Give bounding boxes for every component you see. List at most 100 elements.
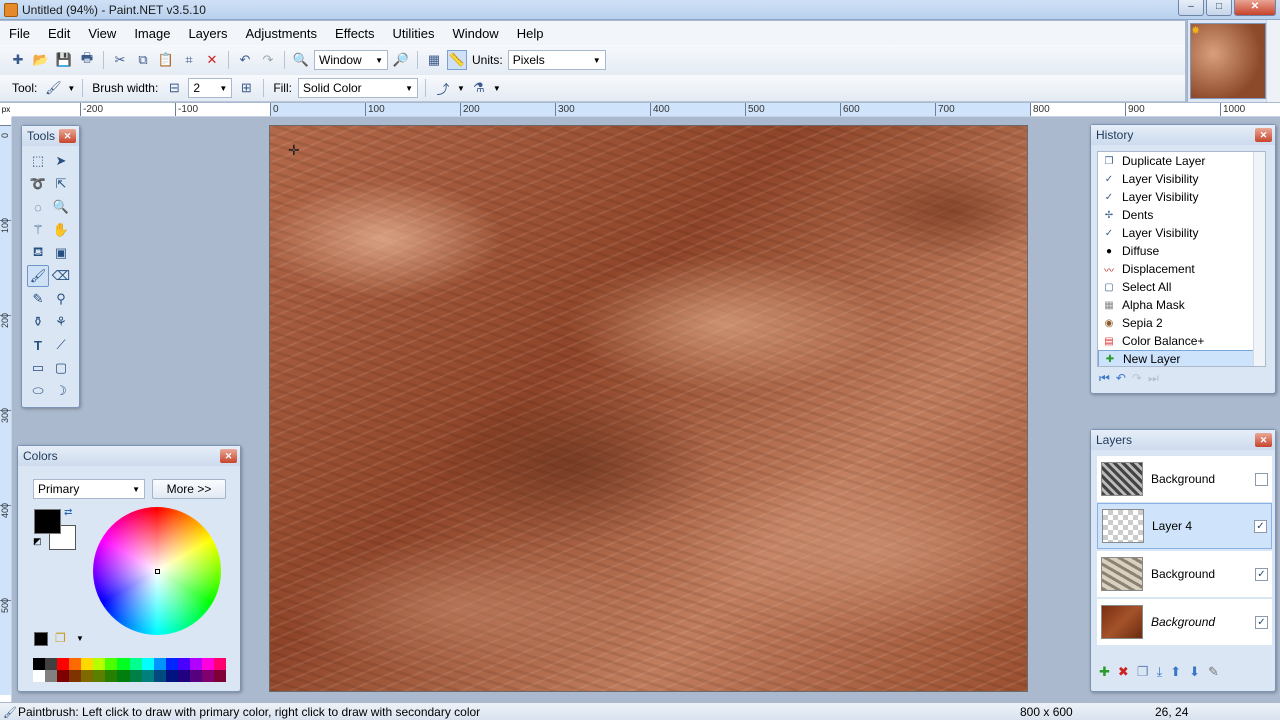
delete-layer-icon[interactable]: ✖	[1118, 664, 1129, 680]
palette-swatch[interactable]	[165, 658, 178, 670]
palette-swatch[interactable]	[177, 658, 190, 670]
copy-icon[interactable]: ⧉	[133, 50, 153, 70]
maximize-button[interactable]: □	[1206, 0, 1232, 16]
zoom-icon[interactable]: 🔍	[50, 196, 72, 218]
deselect-icon[interactable]: ✕	[202, 50, 222, 70]
menu-layers[interactable]: Layers	[179, 26, 236, 41]
menu-view[interactable]: View	[79, 26, 125, 41]
history-item-current[interactable]: ✚ New Layer	[1098, 350, 1265, 366]
history-scrollbar[interactable]	[1253, 152, 1265, 366]
undo-icon[interactable]: ↶	[235, 50, 255, 70]
history-item[interactable]: ✓ Layer Visibility	[1098, 170, 1265, 188]
duplicate-layer-icon[interactable]: ❐	[1137, 664, 1149, 680]
pan-icon[interactable]: ✋	[50, 219, 72, 241]
zoom-out-icon[interactable]: 🔍	[291, 50, 311, 70]
palette-swatch[interactable]	[201, 670, 214, 682]
colors-window-titlebar[interactable]: Colors ✕	[18, 446, 240, 466]
palette-menu-icon[interactable]: ❐	[55, 631, 66, 645]
rulers-toggle-icon[interactable]: 📏	[447, 50, 467, 70]
paste-icon[interactable]: 📋	[156, 50, 176, 70]
rounded-rectangle-icon[interactable]: ▢	[50, 357, 72, 379]
close-icon[interactable]: ✕	[1255, 128, 1272, 142]
history-item[interactable]: ✓ Layer Visibility	[1098, 224, 1265, 242]
merge-layer-down-icon[interactable]: ⤓	[1156, 664, 1162, 680]
palette-swatch[interactable]	[57, 670, 70, 682]
menu-help[interactable]: Help	[508, 26, 553, 41]
color-picker-icon[interactable]: ⚲	[50, 288, 72, 310]
chevron-down-icon[interactable]: ▼	[67, 84, 75, 93]
primary-color-swatch[interactable]	[34, 509, 61, 534]
history-item[interactable]: ▢ Select All	[1098, 278, 1265, 296]
clone-stamp-icon[interactable]: ⚱	[27, 311, 49, 333]
fast-forward-icon[interactable]: ⏭	[1148, 371, 1159, 386]
close-button[interactable]: ✕	[1234, 0, 1276, 16]
rectangle-icon[interactable]: ▭	[27, 357, 49, 379]
palette-swatch[interactable]	[213, 670, 226, 682]
history-item[interactable]: ✓ Layer Visibility	[1098, 188, 1265, 206]
palette-swatch[interactable]	[129, 658, 142, 670]
add-layer-icon[interactable]: ✚	[1099, 664, 1110, 680]
recolor-icon[interactable]: ⚘	[50, 311, 72, 333]
layer-row-selected[interactable]: Layer 4 ✓	[1097, 503, 1272, 549]
layer-row[interactable]: Background	[1097, 456, 1272, 502]
cut-icon[interactable]: ✂	[110, 50, 130, 70]
print-icon[interactable]: 🖶	[77, 50, 97, 70]
alpha-blending-icon[interactable]: ⚗	[469, 78, 489, 98]
line-curve-icon[interactable]: ⟋	[50, 334, 72, 356]
redo-icon[interactable]: ↷	[1132, 371, 1142, 386]
palette-swatch[interactable]	[105, 670, 118, 682]
palette-swatch[interactable]	[141, 670, 154, 682]
eraser-icon[interactable]: ⌫	[50, 265, 72, 287]
zoom-in-icon[interactable]: 🔎	[391, 50, 411, 70]
history-item[interactable]: 〰 Displacement	[1098, 260, 1265, 278]
thumbnail-scrollbar[interactable]	[1266, 20, 1280, 102]
palette-swatch[interactable]	[93, 658, 106, 670]
menu-file[interactable]: File	[0, 26, 39, 41]
paint-bucket-icon[interactable]: ⛾	[27, 242, 49, 264]
history-item[interactable]: ❐ Duplicate Layer	[1098, 152, 1265, 170]
palette-swatch[interactable]	[105, 658, 118, 670]
undo-icon[interactable]: ↶	[1116, 371, 1126, 386]
brush-width-select[interactable]: 2 ▼	[188, 78, 233, 98]
tools-window-titlebar[interactable]: Tools ✕	[22, 126, 79, 146]
move-layer-down-icon[interactable]: ⬇	[1189, 664, 1200, 680]
palette-swatch[interactable]	[153, 658, 166, 670]
move-selection-icon[interactable]: ➤	[50, 150, 72, 172]
current-tool-paintbrush-icon[interactable]: 🖌	[43, 78, 63, 98]
gradient-icon[interactable]: ▣	[50, 242, 72, 264]
move-selected-icon[interactable]: ⇱	[50, 173, 72, 195]
history-item[interactable]: ● Diffuse	[1098, 242, 1265, 260]
zoom-select[interactable]: Window ▼	[314, 50, 388, 70]
rect-select-icon[interactable]: ⬚	[27, 150, 49, 172]
grid-toggle-icon[interactable]: ▦	[424, 50, 444, 70]
chevron-down-icon[interactable]: ▼	[76, 634, 84, 643]
palette-swatch[interactable]	[81, 658, 94, 670]
freeform-shape-icon[interactable]: ☽	[50, 380, 72, 402]
close-icon[interactable]: ✕	[1255, 433, 1272, 447]
palette-swatch[interactable]	[213, 658, 226, 670]
units-select[interactable]: Pixels ▼	[507, 50, 606, 70]
palette-swatch[interactable]	[189, 658, 202, 670]
color-wheel[interactable]	[93, 507, 221, 635]
layer-row[interactable]: Background ✓	[1097, 551, 1272, 597]
palette-swatch[interactable]	[117, 658, 130, 670]
layer-visibility-checkbox[interactable]: ✓	[1254, 519, 1267, 533]
menu-image[interactable]: Image	[125, 26, 179, 41]
layer-visibility-checkbox[interactable]: ✓	[1255, 615, 1268, 629]
antialiasing-icon[interactable]: ⤴	[433, 78, 453, 98]
layers-window-titlebar[interactable]: Layers ✕	[1091, 430, 1275, 450]
palette-swatch[interactable]	[165, 670, 178, 682]
palette-swatch[interactable]	[201, 658, 214, 670]
layer-properties-icon[interactable]: ✎	[1208, 664, 1219, 680]
palette-swatch[interactable]	[69, 658, 82, 670]
palette-swatch[interactable]	[141, 658, 154, 670]
palette-swatch[interactable]	[69, 670, 82, 682]
add-to-palette-swatch[interactable]	[34, 632, 48, 646]
image-thumbnail-tab[interactable]	[1190, 23, 1266, 99]
menu-effects[interactable]: Effects	[326, 26, 384, 41]
new-file-icon[interactable]: ✚	[8, 50, 28, 70]
history-window-titlebar[interactable]: History ✕	[1091, 125, 1275, 145]
crop-to-selection-icon[interactable]: ⌗	[179, 50, 199, 70]
rewind-icon[interactable]: ⏮	[1099, 371, 1110, 386]
palette-swatch[interactable]	[189, 670, 202, 682]
